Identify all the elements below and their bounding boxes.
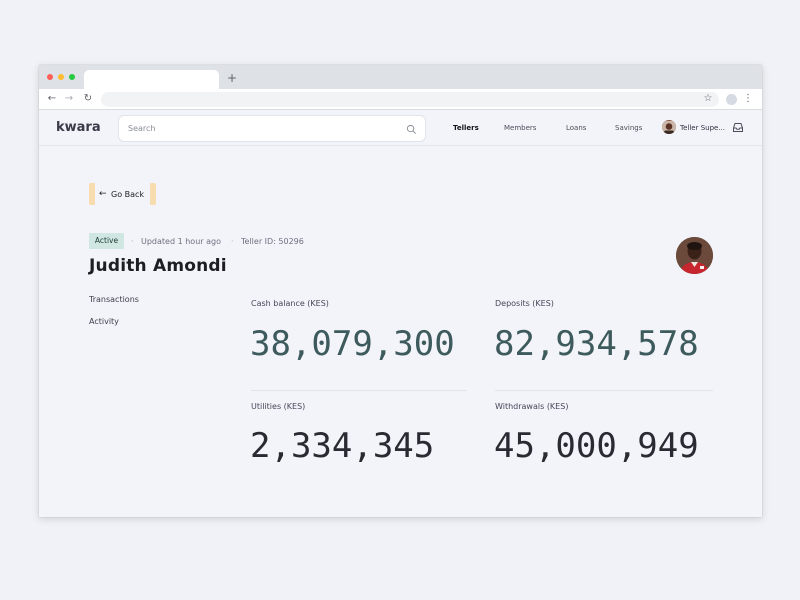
arrow-left-icon: ← [99,189,107,199]
kwara-logo[interactable]: kwara [56,120,101,136]
page-title: Judith Amondi [89,256,227,276]
stat-label-deposits: Deposits (KES) [495,299,554,308]
app-header: kwara Search Tellers Members Loans Savin… [39,110,762,146]
side-link-transactions[interactable]: Transactions [89,294,139,305]
nav-loans[interactable]: Loans [566,123,586,133]
bookmark-star-icon[interactable]: ☆ [701,92,715,106]
search-placeholder: Search [128,124,156,133]
stat-divider [251,390,467,391]
user-avatar[interactable] [662,120,676,134]
browser-tab[interactable] [84,70,219,89]
browser-menu-icon[interactable]: ⋮ [743,92,753,106]
browser-window: + ← → ↻ ☆ ⋮ kwara Search Tellers Members… [39,65,762,517]
stat-value-withdrawals: 45,000,949 [494,426,699,466]
inbox-icon[interactable] [732,122,744,133]
stat-label-withdrawals: Withdrawals (KES) [495,402,569,411]
stat-value-utilities: 2,334,345 [250,426,435,466]
stat-divider [495,390,713,391]
nav-tellers[interactable]: Tellers [453,123,479,133]
search-icon[interactable] [406,124,417,135]
reload-icon[interactable]: ↻ [81,92,95,106]
updated-text: Updated 1 hour ago [141,237,221,246]
user-name[interactable]: Teller Supe... [680,123,725,133]
browser-profile-avatar[interactable] [726,94,737,105]
new-tab-button[interactable]: + [225,70,239,86]
nav-members[interactable]: Members [504,123,536,133]
stat-label-utilities: Utilities (KES) [251,402,306,411]
profile-avatar [676,237,713,274]
address-bar[interactable] [101,92,719,107]
status-badge: Active [89,233,124,249]
go-back-label: Go Back [111,190,145,199]
browser-toolbar: ← → ↻ ☆ ⋮ [39,89,762,110]
forward-arrow-icon[interactable]: → [62,92,76,106]
meta-separator: · [131,237,134,246]
stat-value-cash-balance: 38,079,300 [250,324,455,364]
teller-id-text: Teller ID: 50296 [241,237,304,246]
back-arrow-icon[interactable]: ← [45,92,59,106]
side-link-activity[interactable]: Activity [89,316,119,327]
stat-label-cash-balance: Cash balance (KES) [251,299,329,308]
go-back-button[interactable]: ← Go Back [89,183,156,205]
stat-value-deposits: 82,934,578 [494,324,699,364]
minimize-window-button[interactable] [58,74,64,80]
browser-tab-bar: + [39,65,762,89]
meta-separator: · [231,237,234,246]
maximize-window-button[interactable] [69,74,75,80]
close-window-button[interactable] [47,74,53,80]
search-input[interactable]: Search [118,115,426,142]
nav-savings[interactable]: Savings [615,123,642,133]
